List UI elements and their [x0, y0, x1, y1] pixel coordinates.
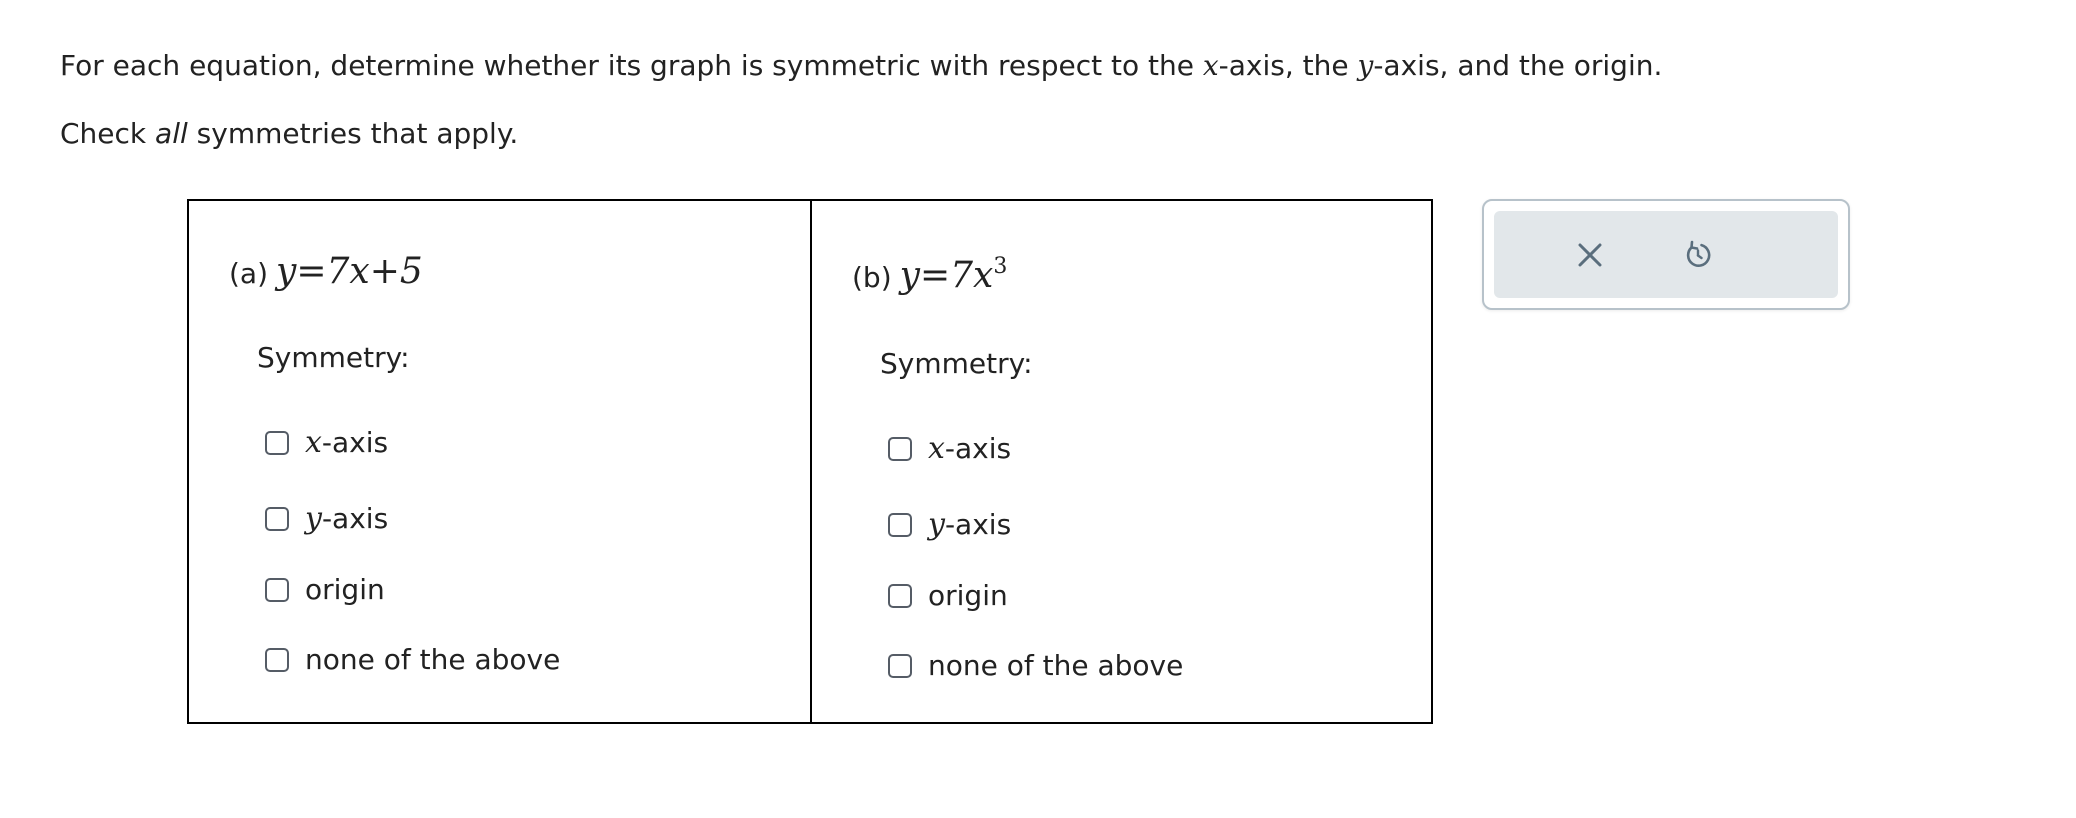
checkbox-a-x-axis[interactable] [265, 430, 289, 455]
part-a-label: (a) [229, 257, 269, 290]
part-a-cell: (a) y=7x+5 Symmetry: x -axis y -axis origi… [189, 201, 810, 722]
option-label: origin [928, 579, 1008, 612]
option-label: none of the above [305, 643, 561, 676]
option-b-y-axis[interactable]: y -axis [888, 507, 1011, 542]
close-icon [1578, 243, 1602, 267]
part-b-label: (b) [852, 261, 892, 294]
instruction-text: -axis, and the origin. [1373, 49, 1663, 82]
option-var: y [305, 501, 322, 536]
part-b-equation: (b) y=7x 3 [852, 254, 1008, 296]
option-b-x-axis[interactable]: x -axis [888, 431, 1011, 466]
equation-b: y=7x [899, 255, 994, 296]
instruction-text: symmetries that apply. [187, 117, 519, 150]
checkbox-b-origin[interactable] [888, 583, 912, 608]
option-var: y [928, 507, 945, 542]
answer-controls-panel [1482, 199, 1850, 310]
question-table: (a) y=7x+5 Symmetry: x -axis y -axis origi… [187, 199, 1433, 724]
clear-button[interactable] [1564, 229, 1616, 281]
option-var: x [305, 425, 322, 460]
option-var: x [928, 431, 945, 466]
option-a-x-axis[interactable]: x -axis [265, 425, 388, 460]
checkbox-a-origin[interactable] [265, 577, 289, 602]
equation-b-exponent: 3 [993, 254, 1008, 279]
option-label: -axis [944, 508, 1012, 541]
option-b-none[interactable]: none of the above [888, 649, 1183, 682]
symmetry-label-b: Symmetry: [880, 347, 1033, 380]
undo-icon [1686, 240, 1711, 267]
undo-button[interactable] [1672, 229, 1724, 281]
part-a-equation: (a) y=7x+5 [229, 251, 423, 292]
controls-background [1494, 211, 1838, 298]
checkbox-b-y-axis[interactable] [888, 512, 912, 537]
instruction-line-1: For each equation, determine whether its… [60, 48, 1662, 84]
instruction-text: For each equation, determine whether its… [60, 49, 1203, 82]
checkbox-b-x-axis[interactable] [888, 436, 912, 461]
option-label: -axis [321, 426, 389, 459]
checkbox-a-y-axis[interactable] [265, 506, 289, 531]
instruction-line-2: Check all symmetries that apply. [60, 116, 518, 152]
option-a-origin[interactable]: origin [265, 573, 385, 606]
option-a-y-axis[interactable]: y -axis [265, 501, 388, 536]
option-label: -axis [944, 432, 1012, 465]
option-label: none of the above [928, 649, 1184, 682]
option-label: -axis [321, 502, 389, 535]
equation-a: y=7x+5 [276, 251, 423, 292]
option-a-none[interactable]: none of the above [265, 643, 560, 676]
option-label: origin [305, 573, 385, 606]
y-variable: y [1357, 49, 1374, 82]
symmetry-label-a: Symmetry: [257, 341, 410, 374]
instruction-text: -axis, the [1218, 49, 1358, 82]
checkbox-a-none[interactable] [265, 647, 289, 672]
option-b-origin[interactable]: origin [888, 579, 1008, 612]
instruction-text: Check [60, 117, 156, 150]
part-b-cell: (b) y=7x 3 Symmetry: x -axis y -axis origin… [810, 201, 1431, 722]
x-variable: x [1202, 49, 1219, 82]
emphasis-all: all [155, 117, 188, 150]
checkbox-b-none[interactable] [888, 653, 912, 678]
